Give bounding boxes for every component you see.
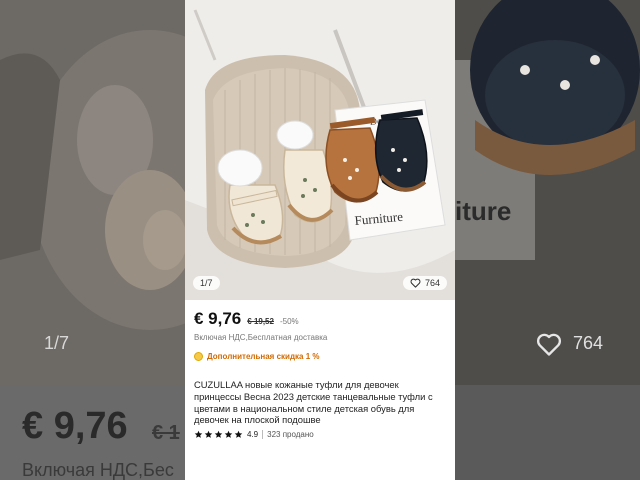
- heart-icon: [410, 278, 421, 288]
- background-vat-text: Включая НДС,Бес: [22, 460, 174, 480]
- background-right-photo: [455, 0, 640, 385]
- background-left-blur: 1/7 € 9,76 € 1 Включая НДС,Бес: [0, 0, 185, 480]
- star-icon: [194, 430, 203, 438]
- product-photo-illustration: Furniture Decor: [185, 0, 455, 300]
- star-icon: [224, 430, 233, 438]
- rating-stars: [194, 430, 243, 439]
- background-book-text: iture: [455, 196, 512, 226]
- price-row: € 9,76 € 19,52 -50%: [194, 309, 299, 329]
- background-right-blur: iture 764: [455, 0, 640, 480]
- background-price: € 9,76: [22, 405, 128, 447]
- background-likes: 764: [573, 333, 604, 353]
- star-icon: [234, 430, 243, 438]
- coin-icon: [194, 352, 203, 361]
- vat-shipping-text: Включая НДС,Бесплатная доставка: [194, 333, 328, 342]
- background-right-info: [455, 385, 640, 480]
- like-button[interactable]: 764: [402, 276, 447, 290]
- extra-discount-badge[interactable]: Дополнительная скидка 1 %: [194, 352, 319, 361]
- sold-count: 323 продано: [267, 430, 314, 439]
- current-price: € 9,76: [194, 309, 242, 328]
- background-heart-icon: [536, 333, 562, 356]
- star-icon: [204, 430, 213, 438]
- product-photo[interactable]: Furniture Decor 1/7: [185, 0, 455, 300]
- discount-percent: -50%: [279, 317, 299, 326]
- rating-value: 4.9: [247, 430, 259, 439]
- background-counter: 1/7: [44, 333, 70, 353]
- likes-count: 764: [424, 278, 440, 288]
- old-price: € 19,52: [247, 317, 274, 326]
- star-icon: [214, 430, 223, 438]
- background-old-price: € 1: [152, 422, 180, 444]
- product-title[interactable]: CUZULLAA новые кожаные туфли для девочек…: [194, 379, 448, 426]
- background-left-photo: [0, 0, 185, 385]
- product-card[interactable]: Furniture Decor 1/7: [185, 0, 455, 480]
- rating-row: 4.9 323 продано: [194, 430, 314, 439]
- divider: [262, 430, 264, 439]
- image-counter: 1/7: [193, 276, 220, 290]
- extra-discount-label: Дополнительная скидка 1 %: [207, 352, 320, 361]
